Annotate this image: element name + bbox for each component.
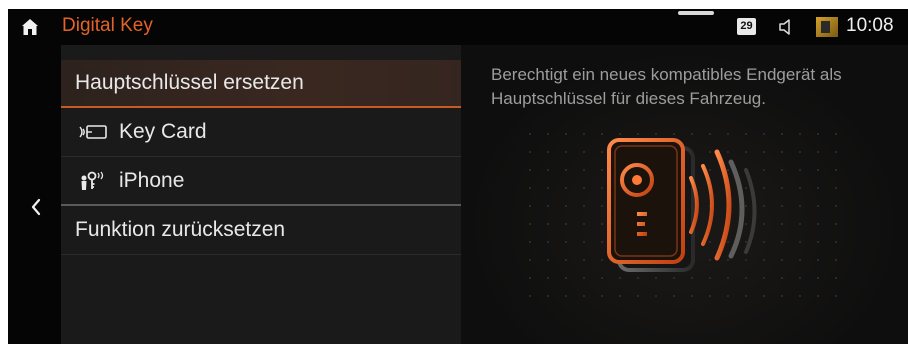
iphone-key-icon [79,170,109,192]
menu-item-label: Key Card [119,120,207,143]
menu-item-hauptschluessel-ersetzen[interactable]: Hauptschlüssel ersetzen [61,60,461,108]
home-icon [22,19,38,35]
chevron-left-icon [31,198,41,216]
menu-item-funktion-zuruecksetzen[interactable]: Funktion zurücksetzen [61,206,461,255]
info-panel: Berechtigt ein neues kompatibles Endgerä… [461,45,908,344]
info-description: Berechtigt ein neues kompatibles Endgerä… [491,65,842,108]
page-title: Digital Key [62,15,153,36]
notification-pull-handle[interactable] [678,11,714,15]
menu-item-label: iPhone [119,168,185,192]
home-button[interactable] [8,9,52,45]
menu-item-label: Funktion zurücksetzen [75,218,286,241]
menu-list: Hauptschlüssel ersetzen Key Card iPhone … [61,45,461,344]
menu-item-key-card[interactable]: Key Card [61,108,461,157]
menu-item-iphone[interactable]: iPhone [61,157,461,206]
key-card-icon [79,121,109,143]
menu-item-label: Hauptschlüssel ersetzen [75,71,304,94]
speaker-icon[interactable] [778,18,794,41]
left-nav-strip [8,45,61,344]
media-album-icon[interactable] [816,17,838,37]
status-bar: Digital Key 29 10:08 [8,9,908,45]
calendar-date-badge[interactable]: 29 [737,18,756,35]
digital-key-illustration-icon [591,130,801,295]
back-button[interactable] [24,195,48,219]
screen: Digital Key 29 10:08 Hauptschlüssel erse… [8,9,908,344]
clock: 10:08 [846,15,894,36]
